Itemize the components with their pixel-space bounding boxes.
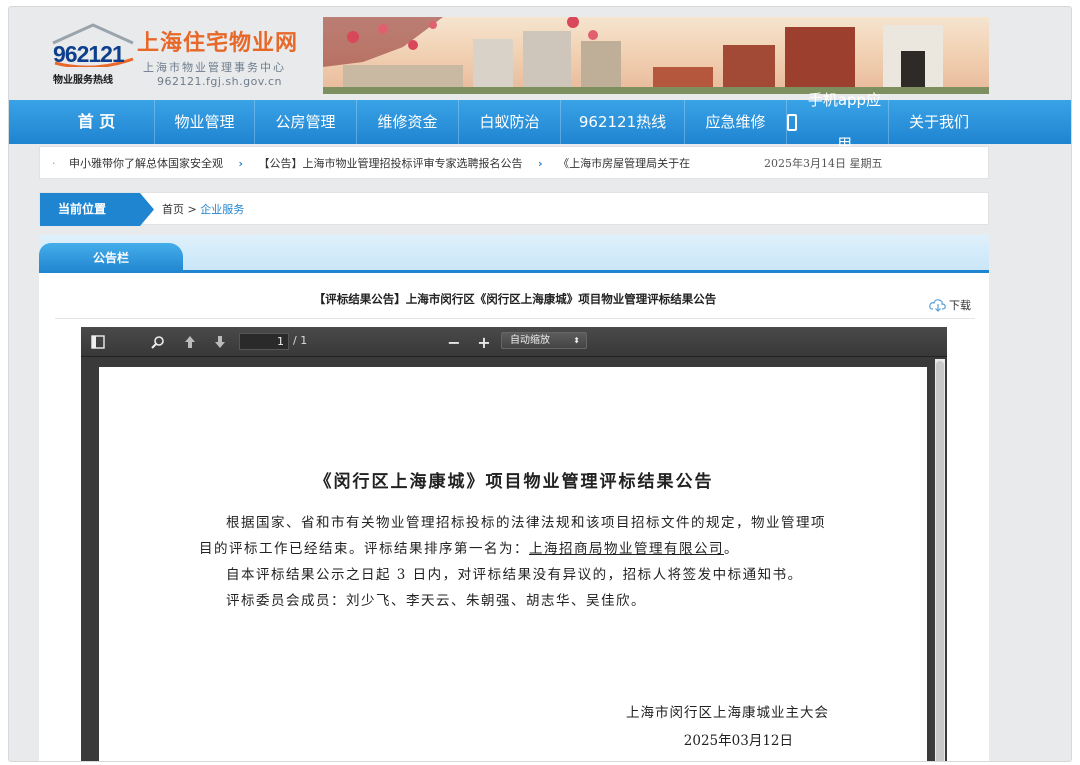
nav-item-maintenance-fund[interactable]: 维修资金	[357, 100, 459, 144]
tab-notice-board[interactable]: 公告栏	[39, 243, 183, 273]
breadcrumb-separator: >	[187, 203, 197, 216]
breadcrumb-path: 首页 > 企业服务	[162, 193, 244, 226]
nav-item-about[interactable]: 关于我们	[889, 100, 989, 144]
page-number-input[interactable]: 1	[239, 333, 289, 350]
nav-item-emergency-repair[interactable]: 应急维修	[685, 100, 787, 144]
banner-illustration	[323, 17, 989, 94]
ticker-item[interactable]: 【公告】上海市物业管理招投标评审专家选聘报名公告	[259, 157, 523, 170]
download-button[interactable]: 下载	[929, 297, 971, 313]
ticker-item[interactable]: 《上海市房屋管理局关于在	[558, 157, 690, 170]
nav-item-public-housing[interactable]: 公房管理	[255, 100, 357, 144]
ticker-bullet-icon: ·	[52, 157, 56, 170]
site-subtitle: 上海市物业管理事务中心	[143, 61, 286, 74]
chevron-right-icon: ›	[238, 157, 244, 170]
news-ticker: · 申小雅带你了解总体国家安全观 › 【公告】上海市物业管理招投标评审专家选聘报…	[39, 146, 989, 179]
document-paragraph: 评标委员会成员：刘少飞、李天云、朱朝强、胡志华、吴佳欣。	[226, 593, 646, 609]
signer-name: 上海市闵行区上海康城业主大会	[626, 705, 829, 721]
search-icon[interactable]	[149, 333, 167, 351]
site-name: 上海住宅物业网 上海市物业管理事务中心 962121.fgj.sh.gov.cn	[137, 25, 298, 88]
chevron-right-icon: ›	[538, 157, 543, 170]
page-frame: 962121 物业服务热线 上海住宅物业网 上海市物业管理事务中心 962121…	[8, 6, 1072, 762]
next-page-icon[interactable]	[211, 333, 229, 351]
site-title: 上海住宅物业网	[137, 31, 299, 56]
pdf-toolbar: 1 / 1 − + 自动缩放 ⬍	[81, 327, 947, 357]
nav-item-termite-control[interactable]: 白蚁防治	[459, 100, 561, 144]
ticker-item[interactable]: 申小雅带你了解总体国家安全观	[69, 157, 223, 170]
document-title: 《闵行区上海康城》项目物业管理评标结果公告	[314, 472, 714, 492]
document-signature: 上海市闵行区上海康城业主大会 2025年03月12日	[626, 699, 829, 755]
hotline-logo[interactable]: 962121 物业服务热线	[47, 23, 142, 86]
pdf-viewer: 1 / 1 − + 自动缩放 ⬍ 《闵行区上海康城》项目物业管理评标结果公告 根…	[81, 327, 947, 761]
breadcrumb-current[interactable]: 企业服务	[200, 203, 244, 216]
logo-tagline: 物业服务热线	[53, 75, 113, 86]
site-domain: 962121.fgj.sh.gov.cn	[157, 75, 282, 88]
nav-item-hotline[interactable]: 962121热线	[561, 100, 685, 144]
download-label: 下载	[949, 299, 971, 312]
nav-item-home[interactable]: 首 页	[39, 100, 155, 144]
zoom-out-icon[interactable]: −	[445, 333, 463, 352]
breadcrumb-label: 当前位置	[40, 193, 154, 226]
logo-number: 962121	[53, 41, 125, 67]
zoom-select[interactable]: 自动缩放 ⬍	[501, 332, 587, 349]
mobile-phone-icon	[787, 113, 797, 131]
notice-board: 公告栏 【评标结果公告】上海市闵行区《闵行区上海康城》项目物业管理评标结果公告 …	[39, 235, 989, 761]
cloud-download-icon	[929, 299, 946, 312]
notice-document: 《闵行区上海康城》项目物业管理评标结果公告 根据国家、省和市有关物业管理招标投标…	[199, 467, 829, 749]
header-banner-image	[323, 17, 989, 94]
notice-board-header: 公告栏	[39, 235, 989, 273]
paragraph-text: 。	[724, 541, 739, 557]
winning-company: 上海招商局物业管理有限公司	[529, 541, 724, 557]
current-date: 2025年3月14日 星期五	[764, 157, 883, 170]
zoom-in-icon[interactable]: +	[475, 333, 493, 352]
main-nav: 首 页 物业管理 公房管理 维修资金 白蚁防治 962121热线 应急维修 手机…	[9, 91, 1071, 153]
select-arrows-icon: ⬍	[573, 336, 580, 345]
pdf-scrollbar[interactable]	[935, 359, 945, 761]
breadcrumb-home-link[interactable]: 首页	[162, 203, 184, 216]
page-total: / 1	[293, 334, 308, 347]
previous-page-icon[interactable]	[181, 333, 199, 351]
nav-item-property-management[interactable]: 物业管理	[155, 100, 255, 144]
pdf-page: 《闵行区上海康城》项目物业管理评标结果公告 根据国家、省和市有关物业管理招标投标…	[99, 367, 927, 761]
nav-item-mobile-app[interactable]: 手机app应用	[787, 91, 889, 153]
sidebar-toggle-icon[interactable]	[89, 333, 107, 351]
article-title: 【评标结果公告】上海市闵行区《闵行区上海康城》项目物业管理评标结果公告	[55, 291, 975, 319]
breadcrumb: 当前位置 首页 > 企业服务	[39, 192, 989, 226]
sign-date: 2025年03月12日	[683, 733, 793, 749]
scrollbar-thumb[interactable]	[936, 361, 944, 761]
zoom-select-value: 自动缩放	[510, 335, 550, 346]
site-header: 962121 物业服务热线 上海住宅物业网 上海市物业管理事务中心 962121…	[39, 7, 1043, 101]
document-paragraph: 根据国家、省和市有关物业管理招标投标的法律法规和该项目招标文件的规定，物业管理项…	[199, 510, 829, 562]
document-paragraph: 自本评标结果公示之日起 3 日内，对评标结果没有异议的，招标人将签发中标通知书。	[226, 567, 803, 583]
